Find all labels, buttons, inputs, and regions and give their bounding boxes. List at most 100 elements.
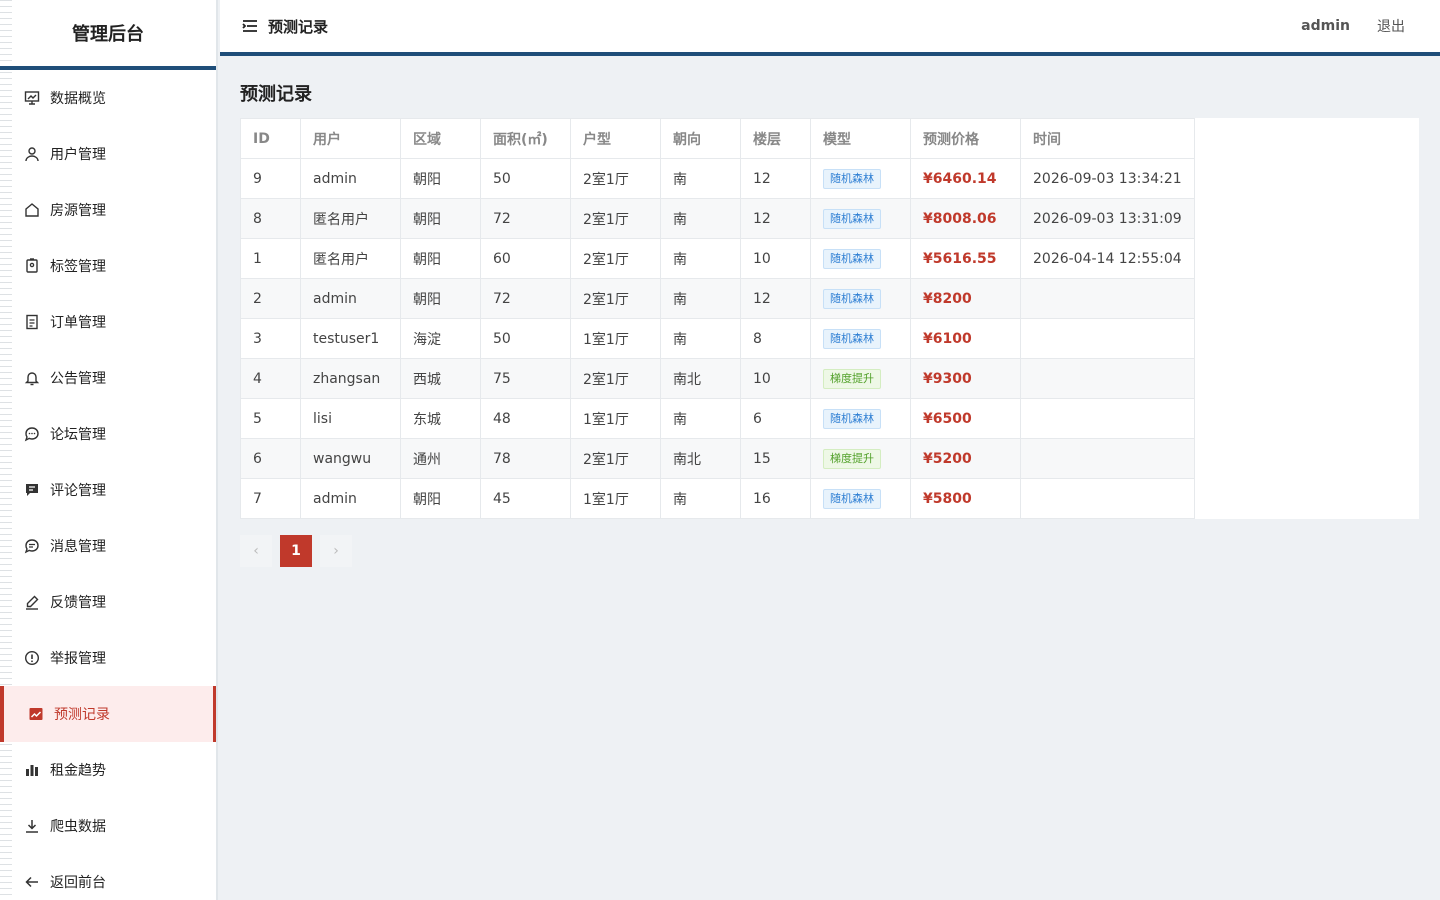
cell-id: 6 bbox=[240, 438, 301, 479]
message-icon bbox=[24, 538, 40, 554]
table-row: 5 lisi 东城 48 1室1厅南 6 随机森林 ¥6500 bbox=[240, 398, 1195, 439]
sidebar-item-label: 预测记录 bbox=[54, 707, 110, 723]
model-badge: 随机森林 bbox=[823, 328, 881, 349]
table-row: 6 wangwu 通州 78 2室1厅 南北 15 梯度提升 ¥5200 bbox=[240, 438, 1195, 479]
cell-price: ¥5200 bbox=[910, 438, 1021, 479]
cell-user: wangwu bbox=[300, 438, 401, 479]
sidebar-item-3[interactable]: 标签管理 bbox=[0, 238, 216, 294]
cell-area: 东城 bbox=[400, 398, 481, 439]
sidebar-item-label: 租金趋势 bbox=[50, 763, 106, 779]
brand-title: 管理后台 bbox=[0, 0, 216, 70]
cell-model: 随机森林 bbox=[810, 398, 911, 439]
cell-model: 随机森林 bbox=[810, 158, 911, 199]
model-badge: 梯度提升 bbox=[823, 448, 881, 469]
cell-time bbox=[1020, 318, 1195, 359]
sidebar-menu: 数据概览用户管理 房源管理标签管理订单管理公告管理论坛管理评论管理消息管理反馈管理… bbox=[0, 70, 216, 900]
cell-area: 海淀 bbox=[400, 318, 481, 359]
cell-time bbox=[1020, 478, 1195, 519]
next-page-button[interactable]: › bbox=[320, 535, 352, 567]
table-row: 4 zhangsan 西城 75 2室1厅 南北 10 梯度提升 ¥9300 bbox=[240, 358, 1195, 399]
cell-id: 9 bbox=[240, 158, 301, 199]
sidebar-item-6[interactable]: 论坛管理 bbox=[0, 406, 216, 462]
cell-facing: 南北 bbox=[660, 358, 741, 399]
logout-button[interactable]: 退出 bbox=[1377, 16, 1405, 36]
cell-layout: 2室1厅 bbox=[570, 198, 661, 239]
table-row: 3 testuser1 海淀 50 1室1厅南 8 随机森林 ¥6100 bbox=[240, 318, 1195, 359]
sidebar-item-12[interactable]: 租金趋势 bbox=[0, 742, 216, 798]
cell-facing: 南 bbox=[660, 318, 741, 359]
sidebar-item-label: 举报管理 bbox=[50, 651, 106, 667]
cell-id: 5 bbox=[240, 398, 301, 439]
sidebar-item-1[interactable]: 用户管理 bbox=[0, 126, 216, 182]
sidebar-item-0[interactable]: 数据概览 bbox=[0, 70, 216, 126]
table-row: 1 匿名用户 朝阳 60 2室1厅南 10 随机森林 ¥5616.55 2026-04-14 1… bbox=[240, 238, 1195, 279]
comment-icon bbox=[24, 482, 40, 498]
price-value: ¥8008.06 bbox=[923, 210, 997, 227]
sidebar-item-10[interactable]: 举报管理 bbox=[0, 630, 216, 686]
topbar: 预测记录 admin 退出 bbox=[220, 0, 1440, 56]
cell-facing: 南 bbox=[660, 478, 741, 519]
sidebar-item-label: 消息管理 bbox=[50, 539, 106, 555]
sidebar-item-label: 标签管理 bbox=[50, 259, 106, 275]
sidebar-item-label: 反馈管理 bbox=[50, 595, 106, 611]
model-badge: 随机森林 bbox=[823, 248, 881, 269]
pagination: ‹ 1 › bbox=[240, 535, 352, 567]
cell-size: 75 bbox=[480, 358, 571, 399]
alert-icon bbox=[24, 650, 40, 666]
cell-price: ¥5800 bbox=[910, 478, 1021, 519]
sidebar-item-2[interactable]: 房源管理 bbox=[0, 182, 216, 238]
cell-size: 45 bbox=[480, 478, 571, 519]
bar-chart-icon bbox=[24, 762, 40, 778]
cell-area: 朝阳 bbox=[400, 278, 481, 319]
sidebar-item-14[interactable]: 返回前台 bbox=[0, 854, 216, 900]
page-title: 预测记录 bbox=[240, 84, 312, 105]
chat-icon bbox=[24, 426, 40, 442]
sidebar-item-label: 论坛管理 bbox=[50, 427, 106, 443]
cell-facing: 南 bbox=[660, 238, 741, 279]
cell-user: zhangsan bbox=[300, 358, 401, 399]
sidebar-item-label: 公告管理 bbox=[50, 371, 106, 387]
column-header: 区域 bbox=[400, 118, 481, 159]
sidebar-item-label: 返回前台 bbox=[50, 875, 106, 891]
home-icon bbox=[24, 202, 40, 218]
table-row: 7 admin 朝阳 45 1室1厅南 16 随机森林 ¥5800 bbox=[240, 478, 1195, 519]
cell-id: 8 bbox=[240, 198, 301, 239]
price-value: ¥5200 bbox=[923, 450, 972, 467]
sidebar-item-4[interactable]: 订单管理 bbox=[0, 294, 216, 350]
page-button-current[interactable]: 1 bbox=[280, 535, 312, 567]
cell-size: 60 bbox=[480, 238, 571, 279]
sidebar-item-7[interactable]: 评论管理 bbox=[0, 462, 216, 518]
sidebar-item-label: 数据概览 bbox=[50, 91, 106, 107]
sidebar-item-label: 爬虫数据 bbox=[50, 819, 106, 835]
cell-model: 梯度提升 bbox=[810, 358, 911, 399]
cell-user: admin bbox=[300, 478, 401, 519]
cell-id: 7 bbox=[240, 478, 301, 519]
column-header: ID bbox=[240, 118, 301, 159]
column-header: 户型 bbox=[570, 118, 661, 159]
price-value: ¥8200 bbox=[923, 290, 972, 307]
sidebar-item-9[interactable]: 反馈管理 bbox=[0, 574, 216, 630]
sidebar-item-5[interactable]: 公告管理 bbox=[0, 350, 216, 406]
sidebar: 管理后台 数据概览用户管理 房源管理标签管理订单管理公告管理论坛管理评论管理消息管… bbox=[0, 0, 218, 900]
cell-user: admin bbox=[300, 278, 401, 319]
cell-model: 随机森林 bbox=[810, 198, 911, 239]
model-badge: 随机森林 bbox=[823, 288, 881, 309]
prev-page-button[interactable]: ‹ bbox=[240, 535, 272, 567]
cell-time bbox=[1020, 358, 1195, 399]
table-row: 9 admin 朝阳 50 2室1厅南 12 随机森林 ¥6460.14 2026-09-03 … bbox=[240, 158, 1195, 199]
column-header: 预测价格 bbox=[910, 118, 1021, 159]
cell-user: lisi bbox=[300, 398, 401, 439]
sidebar-item-label: 订单管理 bbox=[50, 315, 106, 331]
cell-floor: 12 bbox=[740, 198, 811, 239]
cell-user: testuser1 bbox=[300, 318, 401, 359]
menu-toggle-icon[interactable] bbox=[242, 18, 258, 34]
sidebar-item-13[interactable]: 爬虫数据 bbox=[0, 798, 216, 854]
sidebar-item-8[interactable]: 消息管理 bbox=[0, 518, 216, 574]
table-row: 8 匿名用户 朝阳 72 2室1厅南 12 随机森林 ¥8008.06 2026-09-03 1… bbox=[240, 198, 1195, 239]
cell-layout: 1室1厅 bbox=[570, 398, 661, 439]
sidebar-item-11[interactable]: 预测记录 bbox=[0, 686, 216, 742]
current-user[interactable]: admin bbox=[1301, 18, 1350, 34]
cell-facing: 南 bbox=[660, 278, 741, 319]
cell-price: ¥6500 bbox=[910, 398, 1021, 439]
cell-price: ¥8200 bbox=[910, 278, 1021, 319]
